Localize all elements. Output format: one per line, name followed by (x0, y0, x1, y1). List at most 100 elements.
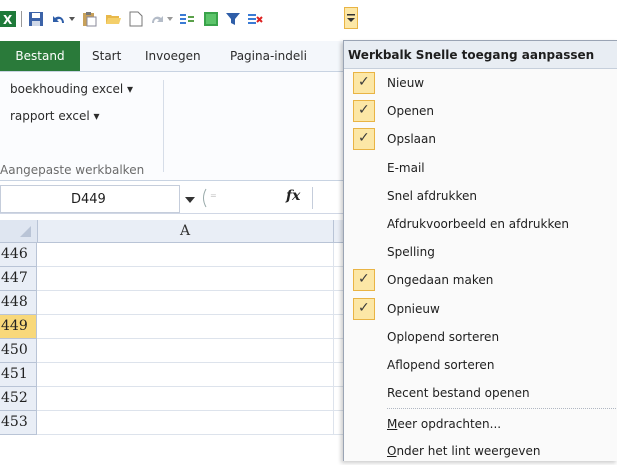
customize-quick-access-menu: Werkbalk Snelle toegang aanpassen ✓ Nieuw… (343, 40, 617, 461)
row-header[interactable]: 450 (0, 339, 37, 363)
group-separator (163, 80, 164, 172)
checkbox-empty (353, 354, 375, 376)
formula-input[interactable] (312, 187, 345, 209)
save-icon[interactable] (27, 10, 45, 28)
menu-item-snel-afdrukken[interactable]: Snel afdrukken (344, 182, 617, 210)
undo-dropdown-icon[interactable] (68, 10, 76, 28)
grid-row[interactable] (37, 339, 344, 363)
menu-item-more-commands[interactable]: Meer opdrachten... (344, 410, 617, 438)
grid-row[interactable] (37, 411, 344, 435)
checkbox-empty (353, 326, 375, 348)
menu-item-show-below-ribbon[interactable]: Onder het lint weergeven (344, 437, 617, 465)
menu-item-nieuw[interactable]: ✓ Nieuw (344, 69, 617, 97)
function-icon[interactable]: fx (286, 188, 300, 204)
excel-logo-icon[interactable]: X (0, 10, 16, 28)
grid-row[interactable] (37, 363, 344, 387)
menu-item-e-mail[interactable]: E-mail (344, 154, 617, 182)
quick-access-toolbar: X (0, 0, 617, 36)
undo-icon[interactable] (50, 10, 68, 28)
column-header-a[interactable]: A (37, 220, 334, 242)
chevron-down-icon[interactable] (185, 193, 195, 207)
row-header[interactable]: 452 (0, 387, 37, 411)
checkbox-empty (353, 185, 375, 207)
name-box[interactable]: D449 (0, 185, 180, 213)
filter-icon[interactable] (224, 10, 242, 28)
open-folder-icon[interactable] (104, 10, 122, 28)
clear-filter-icon[interactable] (246, 10, 264, 28)
check-glyph: ✓ (358, 74, 370, 90)
menu-item-label: Snel afdrukken (387, 188, 477, 203)
select-all-corner[interactable] (0, 220, 38, 242)
spreadsheet-grid[interactable]: A 446 447 448 449 450 451 452 453 (0, 220, 344, 460)
menu-item-opslaan[interactable]: ✓ Opslaan (344, 125, 617, 153)
tab-insert[interactable]: Invoegen (145, 49, 201, 63)
customize-dropdown-icon[interactable] (344, 7, 358, 29)
name-box-value: D449 (71, 192, 106, 207)
menu-item-openen[interactable]: ✓ Openen (344, 97, 617, 125)
check-glyph: ✓ (358, 130, 370, 147)
check-glyph: ✓ (358, 271, 370, 288)
grid-row[interactable] (37, 315, 344, 339)
check-glyph: ✓ (358, 299, 370, 316)
checkmark-icon: ✓ (353, 72, 375, 94)
svg-text:=: = (210, 191, 217, 200)
separator (20, 10, 24, 28)
menu-item-afdrukvoorbeeld-en-afdrukken[interactable]: Afdrukvoorbeeld en afdrukken (344, 210, 617, 238)
menu-item-recent-bestand-openen[interactable]: Recent bestand openen (344, 379, 617, 407)
check-glyph: ✓ (358, 102, 370, 119)
formula-bar-separator: = (198, 187, 238, 209)
checkmark-icon: ✓ (353, 269, 375, 292)
checkbox-empty (353, 241, 375, 263)
menu-item-label: Afdrukvoorbeeld en afdrukken (387, 217, 569, 231)
tab-start[interactable]: Start (92, 49, 121, 63)
grid-row[interactable] (37, 291, 344, 315)
row-header[interactable]: 453 (0, 411, 37, 435)
row-header[interactable]: 446 (0, 243, 37, 267)
menu-item-oplopend-sorteren[interactable]: Oplopend sorteren (344, 323, 617, 351)
menu-item-label: Opnieuw (387, 301, 440, 316)
grid-row[interactable] (37, 243, 344, 267)
checkbox-empty (353, 213, 375, 235)
checkmark-icon: ✓ (353, 128, 375, 151)
tab-page-layout[interactable]: Pagina-indeli (230, 49, 307, 63)
new-document-icon[interactable] (128, 10, 144, 28)
row-header[interactable]: 448 (0, 291, 37, 315)
tab-file[interactable]: Bestand (0, 41, 80, 71)
chart-icon[interactable] (202, 10, 220, 28)
row-header[interactable]: 447 (0, 267, 37, 291)
row-header[interactable]: 449 (0, 315, 37, 339)
column-header-row: A (0, 220, 344, 243)
svg-text:X: X (3, 13, 13, 27)
menu-separator (387, 408, 617, 409)
row-header[interactable]: 451 (0, 363, 37, 387)
grid-row[interactable] (37, 267, 344, 291)
redo-dropdown-icon[interactable] (166, 10, 174, 28)
menu-item-label: Nieuw (387, 76, 425, 90)
formula-bar: D449 = fx (0, 185, 344, 214)
checkmark-icon: ✓ (353, 297, 375, 320)
sort-icon[interactable] (178, 10, 196, 28)
ribbon-panel: boekhouding excel ▾ rapport excel ▾ Aang… (0, 71, 344, 181)
menu-item-spelling[interactable]: Spelling (344, 238, 617, 266)
boekhouding-excel-button[interactable]: boekhouding excel ▾ (10, 82, 133, 96)
group-label: Aangepaste werkbalken (0, 163, 145, 177)
menu-item-label: Recent bestand openen (387, 386, 530, 401)
menu-item-label: Openen (387, 104, 435, 119)
redo-icon[interactable] (148, 10, 166, 28)
menu-item-aflopend-sorteren[interactable]: Aflopend sorteren (344, 351, 617, 379)
menu-item-label: Oplopend sorteren (387, 329, 500, 344)
menu-item-label: Spelling (387, 245, 435, 260)
menu-item-opnieuw[interactable]: ✓ Opnieuw (344, 295, 617, 323)
checkbox-empty (353, 157, 375, 179)
grid-row[interactable] (37, 387, 344, 411)
checkbox-empty (353, 382, 375, 404)
menu-title: Werkbalk Snelle toegang aanpassen (344, 41, 617, 69)
menu-item-label: Aflopend sorteren (387, 358, 495, 372)
ribbon-tabs: Bestand Start Invoegen Pagina-indeli (0, 41, 344, 71)
menu-item-label: E-mail (387, 160, 425, 175)
menu-item-label: Meer opdrachten... (387, 417, 502, 431)
paste-icon[interactable] (80, 10, 98, 28)
rapport-excel-button[interactable]: rapport excel ▾ (10, 109, 100, 123)
checkmark-icon: ✓ (353, 100, 375, 123)
menu-item-ongedaan-maken[interactable]: ✓ Ongedaan maken (344, 266, 617, 294)
